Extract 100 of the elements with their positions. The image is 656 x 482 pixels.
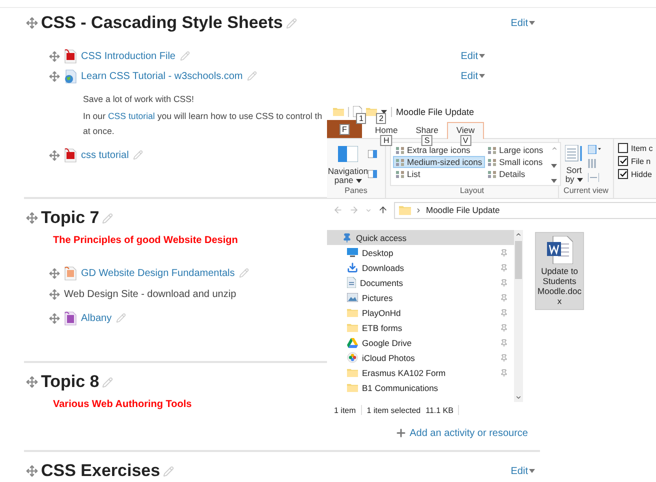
pencil-icon[interactable] [102, 212, 114, 224]
navigation-item[interactable]: Pictures [327, 290, 514, 305]
edit-menu-link[interactable]: Edit [510, 18, 535, 28]
move-icon[interactable] [49, 50, 60, 62]
move-icon[interactable] [26, 212, 38, 224]
move-icon[interactable] [49, 288, 60, 300]
scroll-bar[interactable] [514, 230, 523, 402]
activity-link[interactable]: Learn CSS Tutorial - w3schools.com [81, 70, 243, 82]
activity-link[interactable]: CSS Introduction File [81, 50, 176, 62]
edit-menu-link[interactable]: Edit [510, 466, 535, 476]
expand-gallery-icon [551, 179, 558, 183]
activity-link[interactable]: css tutorial [81, 150, 129, 160]
navigation-item[interactable]: PlayOnHd [327, 305, 514, 320]
caret-icon [479, 54, 485, 58]
pencil-icon[interactable] [132, 150, 143, 160]
activity-link[interactable]: GD Website Design Fundamentals [81, 268, 235, 278]
navigation-item[interactable]: B1 Communications [327, 380, 514, 395]
pencil-icon[interactable] [180, 51, 190, 61]
caret-icon [356, 179, 362, 183]
pin-icon [500, 264, 508, 272]
file-tab[interactable]: F [327, 120, 362, 138]
navigation-item[interactable]: Downloads [327, 260, 514, 275]
navigation-item[interactable]: Quick access [327, 230, 514, 245]
scroll-up-icon[interactable] [551, 145, 558, 152]
plus-icon [394, 427, 407, 439]
pin-icon [500, 248, 508, 256]
group-label: Panes [344, 186, 368, 197]
download-icon [347, 262, 358, 273]
move-icon[interactable] [49, 150, 60, 160]
pdf-file-icon [64, 48, 77, 64]
edit-menu-link[interactable]: Edit [460, 50, 485, 62]
layout-option[interactable]: Details [485, 168, 546, 180]
pdf-file-icon [64, 148, 77, 162]
presentation-file-icon [64, 266, 77, 280]
move-icon[interactable] [49, 312, 60, 324]
show-hide-checkbox[interactable]: Hidde [618, 169, 653, 179]
show-hide-checkbox[interactable]: Item c [618, 143, 653, 153]
navigation-item[interactable]: ETB forms [327, 320, 514, 335]
show-hide-checkbox[interactable]: File n [618, 156, 653, 166]
layout-option[interactable]: Extra large icons [393, 144, 486, 156]
forward-icon[interactable] [349, 205, 359, 215]
key-tip: 2 [376, 113, 386, 124]
move-icon[interactable] [26, 465, 38, 477]
view-icon [488, 146, 496, 154]
photos-icon [347, 352, 358, 363]
file-item[interactable]: Update to Students Moodle.docx [535, 232, 584, 310]
pencil-icon[interactable] [286, 18, 297, 28]
caret-icon [529, 469, 535, 473]
label-text: Web Design Site - download and unzip [64, 288, 236, 300]
new-folder-icon [366, 106, 377, 116]
pencil-icon[interactable] [163, 466, 174, 476]
pin-icon [500, 338, 508, 346]
navigation-item[interactable]: Desktop [327, 245, 514, 260]
word-document-icon [546, 236, 572, 264]
tutorial-link[interactable]: CSS tutorial [108, 111, 155, 121]
size-columns-icon[interactable] [588, 173, 599, 182]
navigation-pane-button[interactable]: Navigation pane [331, 142, 365, 186]
details-pane-icon[interactable] [368, 170, 377, 178]
pictures-icon [347, 293, 358, 302]
layout-option[interactable]: Medium-sized icons [393, 156, 486, 168]
edit-menu-link[interactable]: Edit [460, 70, 485, 82]
move-icon[interactable] [49, 70, 60, 82]
pencil-icon[interactable] [238, 268, 249, 278]
layout-option[interactable]: List [393, 168, 486, 180]
folder-icon [347, 322, 358, 332]
navigation-item[interactable]: Google Drive [327, 335, 514, 350]
navigation-item[interactable]: Erasmus KA102 Form [327, 365, 514, 380]
add-activity-link[interactable]: Add an activity or resource [394, 425, 528, 441]
key-tip: S [421, 135, 433, 146]
pin-icon [500, 368, 508, 376]
view-icon [488, 158, 496, 166]
pencil-icon[interactable] [116, 313, 126, 323]
activity-link[interactable]: Albany [81, 312, 112, 324]
pencil-icon[interactable] [246, 71, 257, 81]
pin-icon [500, 354, 508, 362]
move-icon[interactable] [49, 268, 60, 278]
ribbon-tab[interactable]: View [447, 122, 484, 139]
view-icon [396, 146, 404, 154]
view-icon [396, 170, 404, 178]
key-tip: H [380, 135, 392, 146]
folder-icon [347, 382, 358, 392]
page-icon [64, 310, 77, 326]
pin-icon [500, 294, 508, 302]
key-tip: V [460, 135, 472, 146]
group-by-icon[interactable] [588, 145, 601, 154]
navigation-item[interactable]: Documents [327, 275, 514, 290]
move-icon[interactable] [26, 376, 38, 388]
preview-pane-icon[interactable] [368, 150, 377, 158]
address-bar[interactable]: Moodle File Update [394, 202, 656, 218]
pencil-icon[interactable] [102, 376, 114, 388]
up-icon[interactable] [378, 205, 388, 215]
status-text: 11.1 KB [426, 406, 454, 414]
layout-option[interactable]: Small icons [485, 156, 546, 168]
move-icon[interactable] [26, 17, 38, 29]
recent-locations-icon[interactable] [365, 206, 372, 214]
sort-by-button[interactable]: Sort by [563, 142, 585, 186]
back-icon[interactable] [333, 205, 343, 215]
layout-option[interactable]: Large icons [485, 144, 546, 156]
navigation-item[interactable]: iCloud Photos [327, 350, 514, 365]
scroll-down-icon [551, 164, 558, 168]
